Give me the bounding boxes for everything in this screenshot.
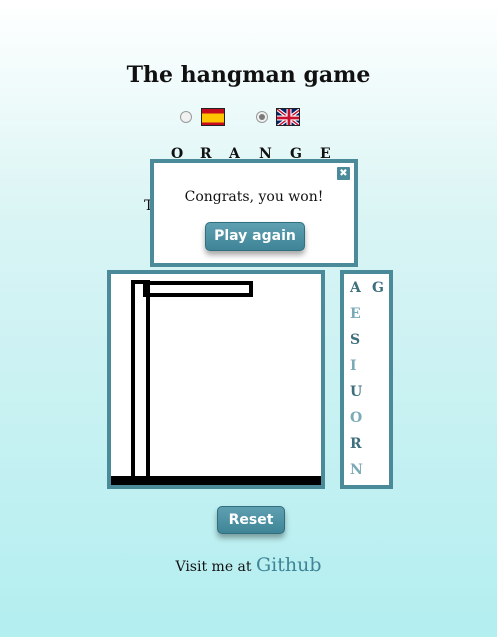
spanish-radio[interactable] (180, 111, 192, 123)
used-letter: A (350, 280, 361, 296)
footer-text: Visit me at (175, 559, 252, 575)
used-letters-panel: A G E S I U O R N (340, 270, 393, 489)
used-letter: E (350, 306, 361, 322)
win-message: Congrats, you won! (184, 189, 324, 205)
page-title: The hangman game (126, 62, 371, 88)
win-dialog: ✖ Congrats, you won! Play again (150, 159, 358, 267)
uk-flag-icon (276, 108, 300, 126)
used-letter: R (350, 436, 362, 452)
github-link[interactable]: Github (256, 554, 322, 576)
used-letter: N (350, 462, 363, 478)
play-again-button[interactable]: Play again (205, 222, 305, 251)
reset-button[interactable]: Reset (217, 506, 285, 534)
close-icon[interactable]: ✖ (337, 167, 350, 180)
used-letter: O (350, 410, 363, 426)
used-letter: G (372, 280, 384, 296)
spanish-flag-icon (201, 108, 225, 126)
gallows-drawing (111, 280, 321, 485)
language-selector (0, 108, 497, 128)
hangman-board (107, 270, 325, 489)
english-radio[interactable] (256, 111, 268, 123)
used-letter: I (350, 358, 357, 374)
used-letter: S (350, 332, 361, 348)
used-letter: U (350, 384, 363, 400)
footer: Visit me at Github (0, 554, 497, 576)
